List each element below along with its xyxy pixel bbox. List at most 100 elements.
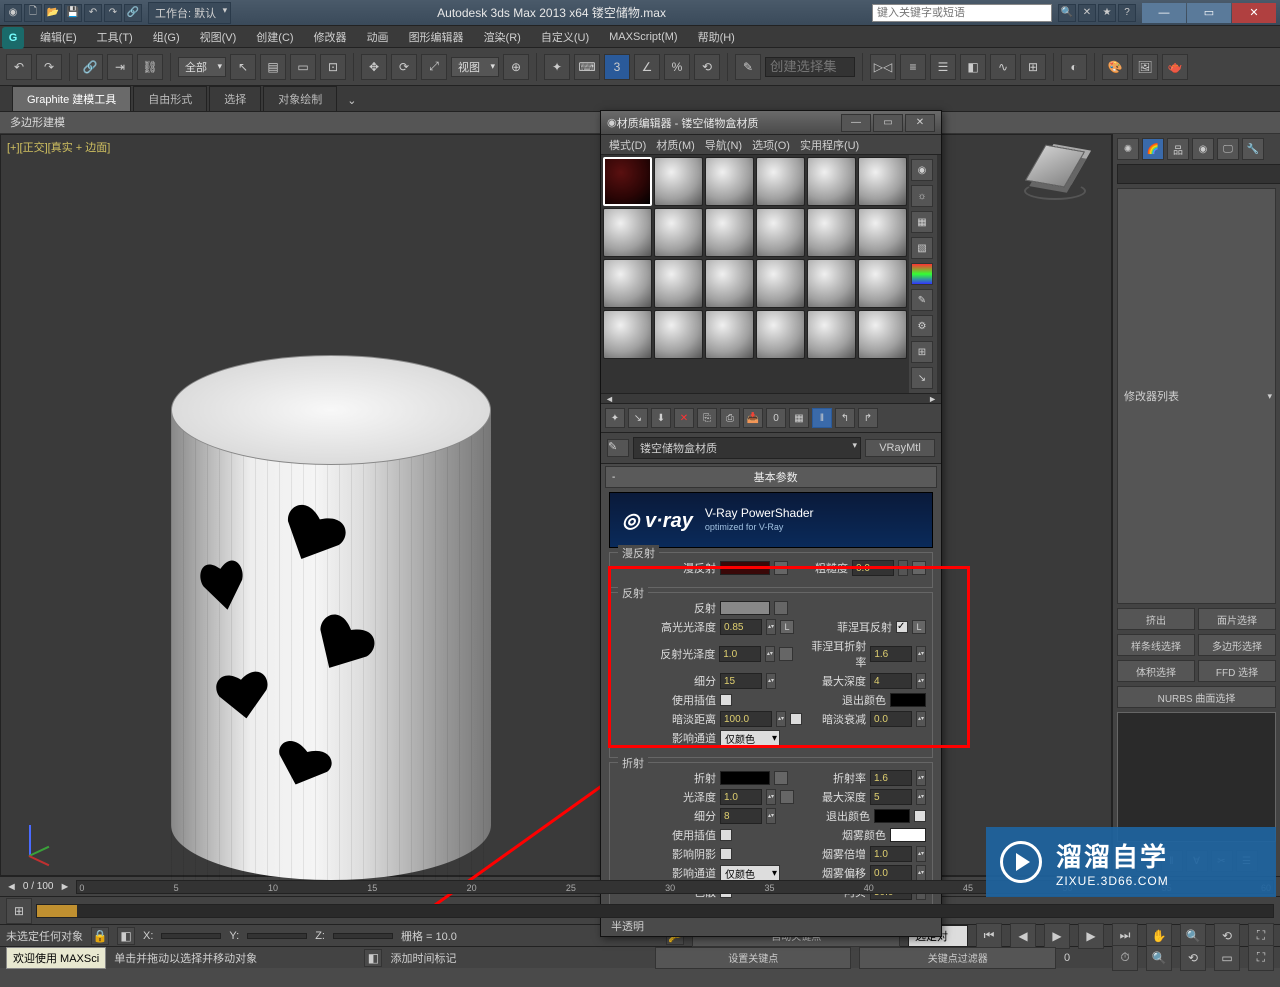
app-menu-icon[interactable]: ◉ [4,4,22,22]
material-slot[interactable] [858,310,907,359]
me-menu-navigation[interactable]: 导航(N) [705,137,742,153]
get-material-icon[interactable]: ✦ [605,408,625,428]
selection-filter[interactable]: 全部 [178,57,226,77]
mat-id-icon[interactable]: 0 [766,408,786,428]
ior-spin-buttons[interactable]: ▴▾ [916,770,926,786]
exit-color-swatch[interactable] [890,693,926,707]
ref-coord-system[interactable]: 视图 [451,57,499,77]
refl-subdiv-spinner[interactable]: 15 [720,673,762,689]
refr-maxdepth-spin-buttons[interactable]: ▴▾ [916,789,926,805]
go-forward-icon[interactable]: ↱ [858,408,878,428]
mod-btn-extrude[interactable]: 挤出 [1117,608,1195,630]
render-setup-button[interactable]: 🎨 [1102,54,1128,80]
material-slot[interactable] [654,310,703,359]
viewport-label[interactable]: [+][正交][真实 + 边面] [7,139,110,155]
material-slot[interactable] [807,259,856,308]
material-slot[interactable] [858,208,907,257]
refr-exit-color-swatch[interactable] [874,809,910,823]
material-editor-titlebar[interactable]: ◉ 材质编辑器 - 镂空储物盒材质 — ▭ ✕ [601,111,941,135]
material-slot[interactable] [756,259,805,308]
ribbon-tab-selection[interactable]: 选择 [209,86,261,111]
isolate-icon[interactable]: ◧ [117,927,135,945]
close-button[interactable]: ✕ [1232,3,1276,23]
maximize-button[interactable]: ▭ [1187,3,1231,23]
open-icon[interactable]: 📂 [44,4,62,22]
material-slot[interactable] [756,208,805,257]
tab-create-icon[interactable]: ✺ [1117,138,1139,160]
scale-button[interactable]: ⤢ [421,54,447,80]
material-slot[interactable] [807,208,856,257]
undo-icon[interactable]: ↶ [84,4,102,22]
roughness-spin-buttons[interactable]: ▴▾ [898,560,908,576]
trackbar-toggle-icon[interactable]: ⊞ [6,898,32,924]
help2-icon[interactable]: ? [1118,4,1136,22]
refl-subdiv-spin-buttons[interactable]: ▴▾ [766,673,776,689]
menu-graph[interactable]: 图形编辑器 [403,27,470,47]
layers-button[interactable]: ☰ [930,54,956,80]
me-menu-options[interactable]: 选项(O) [752,137,790,153]
ior-spinner[interactable]: 1.6 [870,770,912,786]
fog-mult-spin-buttons[interactable]: ▴▾ [916,846,926,862]
material-slot[interactable] [705,208,754,257]
graphite-button[interactable]: ◧ [960,54,986,80]
affect-channels-dropdown[interactable]: 仅颜色 [720,730,780,746]
dialog-close-button[interactable]: ✕ [905,114,935,132]
object-name-field[interactable] [1117,164,1280,184]
material-slot[interactable] [756,310,805,359]
material-slot[interactable] [858,259,907,308]
help-search-input[interactable] [872,4,1052,22]
fresnel-ior-spin-buttons[interactable]: ▴▾ [916,646,926,662]
go-parent-icon[interactable]: ↰ [835,408,855,428]
refl-gloss-spin-buttons[interactable]: ▴▾ [765,646,775,662]
named-sets-edit-button[interactable]: ✎ [735,54,761,80]
refract-color-swatch[interactable] [720,771,770,785]
fog-color-swatch[interactable] [890,828,926,842]
background-icon[interactable]: ▦ [911,211,933,233]
dim-dist-checkbox[interactable] [790,713,802,725]
menu-modifiers[interactable]: 修改器 [308,27,353,47]
link-icon[interactable]: 🔗 [124,4,142,22]
goto-start-icon[interactable]: ⏮ [976,923,1002,949]
minimize-button[interactable]: — [1142,3,1186,23]
mod-btn-volume[interactable]: 体积选择 [1117,660,1195,682]
redo-icon[interactable]: ↷ [104,4,122,22]
material-editor-button[interactable]: ◐ [1061,54,1087,80]
render-button[interactable]: 🫖 [1162,54,1188,80]
tab-modify-icon[interactable]: 🌈 [1142,138,1164,160]
undo-button[interactable]: ↶ [6,54,32,80]
mirror-button[interactable]: ▷◁ [870,54,896,80]
script-listener-icon[interactable]: ◧ [364,949,382,967]
material-slot[interactable] [654,157,703,206]
menu-create[interactable]: 创建(C) [250,27,299,47]
hilight-gloss-spinner[interactable]: 0.85 [720,619,762,635]
tab-hierarchy-icon[interactable]: 品 [1167,138,1189,160]
refr-exit-color-checkbox[interactable] [914,810,926,822]
make-preview-icon[interactable]: ✎ [911,289,933,311]
play-icon[interactable]: ▶ [1044,923,1070,949]
rect-select-button[interactable]: ▭ [290,54,316,80]
menu-help[interactable]: 帮助(H) [692,27,741,47]
manipulate-button[interactable]: ✦ [544,54,570,80]
menu-edit[interactable]: 编辑(E) [34,27,83,47]
dim-dist-spinner[interactable]: 100.0 [720,711,772,727]
tab-display-icon[interactable]: 🖵 [1217,138,1239,160]
material-slot[interactable] [756,157,805,206]
diffuse-map-button[interactable] [774,561,788,575]
spinner-snap-button[interactable]: ⟲ [694,54,720,80]
material-slot[interactable] [807,310,856,359]
refract-map-button[interactable] [774,771,788,785]
me-menu-material[interactable]: 材质(M) [656,137,695,153]
align-button[interactable]: ≡ [900,54,926,80]
fog-mult-spinner[interactable]: 1.0 [870,846,912,862]
video-color-icon[interactable] [911,263,933,285]
viewport-perspective[interactable]: [+][正交][真实 + 边面] [0,134,1112,876]
bind-button[interactable]: ⛓ [137,54,163,80]
hilight-gloss-spin-buttons[interactable]: ▴▾ [766,619,776,635]
options-icon[interactable]: ⚙ [911,315,933,337]
nav-region-icon[interactable]: ▭ [1214,945,1240,971]
next-frame-icon[interactable]: ▶ [1078,923,1104,949]
material-slot[interactable] [603,310,652,359]
fresnel-ior-spinner[interactable]: 1.6 [870,646,912,662]
keyboard-shortcut-button[interactable]: ⌨ [574,54,600,80]
exchange-icon[interactable]: ✕ [1078,4,1096,22]
